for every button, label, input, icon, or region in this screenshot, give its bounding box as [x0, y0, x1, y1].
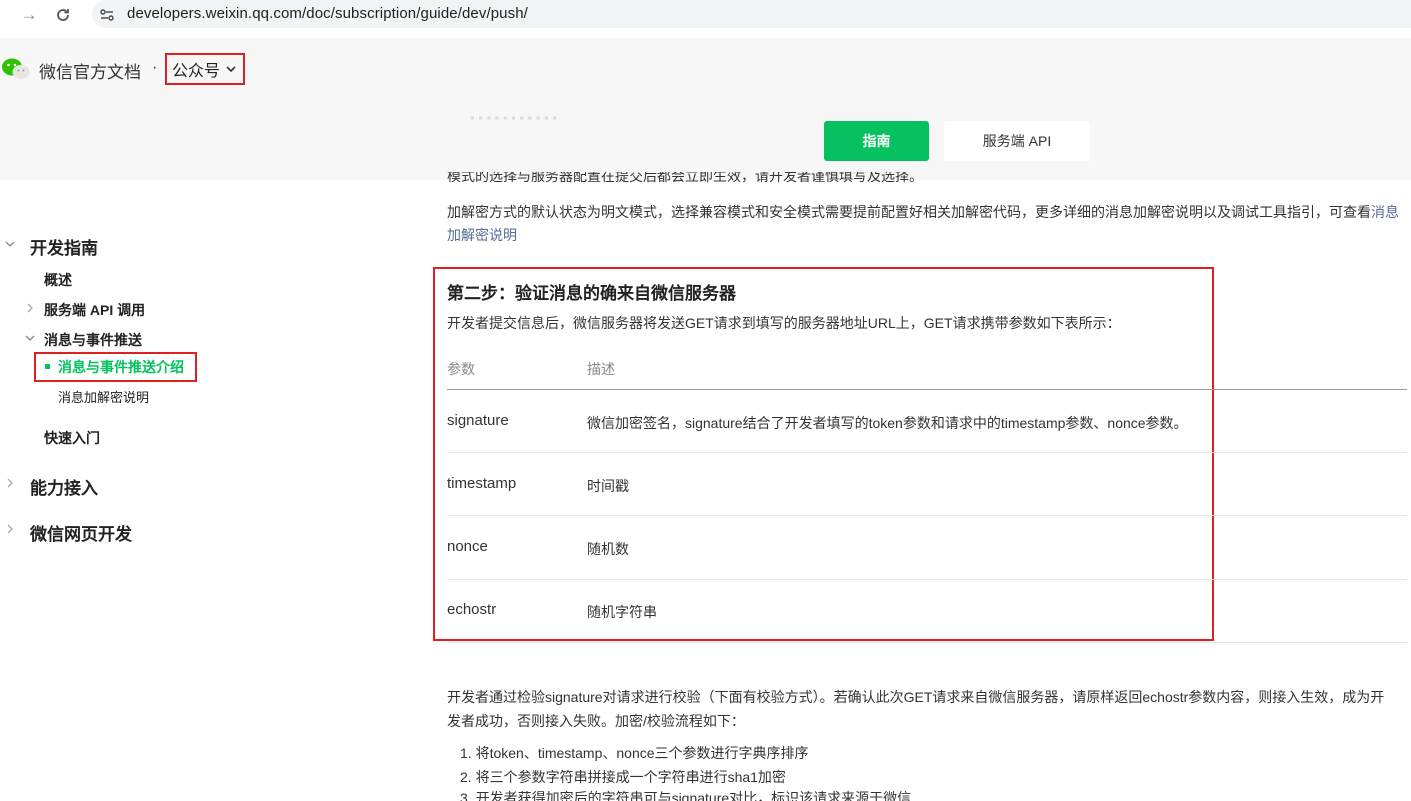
table-header-param: 参数: [447, 361, 475, 377]
tab-guide[interactable]: 指南: [824, 121, 929, 161]
verify-paragraph-line-1: 开发者通过检验signature对请求进行校验（下面有校验方式）。若确认此次GE…: [447, 689, 1385, 705]
overlapped-content-ghost: ▪ ▪ ▪ ▪ ▪ ▪ ▪ ▪ ▪ ▪ ▪: [470, 110, 557, 125]
table-row-desc: 时间戳: [587, 478, 629, 494]
product-label: 公众号: [172, 63, 221, 80]
truncated-text: 模式的选择与服务器配置在提交后都会立即生效，请开发者谨慎填写及选择。: [447, 172, 923, 184]
crypto-paragraph-text: 加解密方式的默认状态为明文模式，选择兼容模式和安全模式需要提前配置好相关加解密代…: [447, 204, 1371, 220]
sidebar-item-webpage-dev[interactable]: 微信网页开发: [30, 520, 132, 545]
sidebar-item-capability[interactable]: 能力接入: [30, 474, 98, 499]
list-item: 1. 将token、timestamp、nonce三个参数进行字典序排序: [460, 745, 809, 761]
chevron-down-icon[interactable]: [25, 333, 35, 343]
site-brand[interactable]: 微信官方文档: [39, 58, 141, 83]
wechat-logo-icon[interactable]: [1, 57, 31, 81]
table-row-divider: [447, 515, 1407, 516]
table-row-param: signature: [447, 412, 509, 429]
url-text[interactable]: developers.weixin.qq.com/doc/subscriptio…: [127, 5, 528, 22]
chevron-down-icon: [226, 66, 236, 73]
table-row-divider: [447, 579, 1407, 580]
site-topbar: 微信官方文档 · 公众号: [0, 38, 1411, 100]
sidebar-item-msg-crypto[interactable]: 消息加解密说明: [58, 387, 149, 406]
site-settings-icon[interactable]: [98, 6, 116, 24]
truncated-text-line: 模式的选择与服务器配置在提交后都会立即生效，请开发者谨慎填写及选择。: [447, 172, 923, 186]
table-header-divider: [447, 389, 1407, 390]
reload-icon[interactable]: [52, 4, 74, 26]
sidebar-item-dev-guide[interactable]: 开发指南: [30, 234, 98, 259]
chevron-right-icon[interactable]: [5, 478, 15, 488]
crypto-doc-link-continued[interactable]: 加解密说明: [447, 225, 517, 245]
active-indicator: [45, 364, 50, 369]
sidebar-item-overview[interactable]: 概述: [44, 270, 72, 290]
brand-separator: ·: [152, 59, 158, 76]
table-row-divider: [447, 452, 1407, 453]
table-row-desc: 随机数: [587, 541, 629, 557]
step-description: 开发者提交信息后，微信服务器将发送GET请求到填写的服务器地址URL上，GET请…: [447, 315, 1121, 331]
tab-server-api[interactable]: 服务端 API: [944, 121, 1090, 161]
sidebar-item-msg-push[interactable]: 消息与事件推送: [44, 330, 142, 350]
table-row-param: nonce: [447, 538, 488, 555]
table-row-param: echostr: [447, 601, 497, 618]
list-item: 2. 将三个参数字符串拼接成一个字符串进行sha1加密: [460, 769, 786, 785]
list-item-text: 3. 开发者获得加密后的字符串可与signature对比，标识该请求来源于微信: [460, 790, 912, 801]
forward-icon[interactable]: →: [18, 4, 40, 26]
list-item: 3. 开发者获得加密后的字符串可与signature对比，标识该请求来源于微信: [460, 788, 911, 801]
product-switcher[interactable]: 公众号: [165, 53, 245, 85]
browser-address-bar: → developers.weixin.qq.com/doc/subscript…: [0, 0, 1411, 30]
verify-paragraph-line-2: 发者成功，否则接入失败。加密/校验流程如下：: [447, 713, 745, 729]
crypto-doc-link[interactable]: 消息: [1371, 204, 1399, 220]
chevron-right-icon[interactable]: [5, 524, 15, 534]
table-row-desc: 随机字符串: [587, 604, 657, 620]
table-row-divider: [447, 642, 1407, 643]
step-title: 第二步：验证消息的确来自微信服务器: [447, 284, 736, 303]
sidebar-item-quick-start[interactable]: 快速入门: [44, 428, 100, 448]
table-row-param: timestamp: [447, 475, 517, 492]
chevron-right-icon[interactable]: [25, 303, 35, 313]
sidebar-item-msg-push-intro[interactable]: 消息与事件推送介绍: [58, 357, 184, 377]
chevron-down-icon[interactable]: [5, 239, 15, 249]
sidebar-item-server-api[interactable]: 服务端 API 调用: [44, 300, 145, 320]
table-row-desc: 微信加密签名，signature结合了开发者填写的token参数和请求中的tim…: [587, 415, 1188, 431]
crypto-paragraph: 加解密方式的默认状态为明文模式，选择兼容模式和安全模式需要提前配置好相关加解密代…: [447, 202, 1399, 222]
table-header-desc: 描述: [587, 361, 615, 377]
